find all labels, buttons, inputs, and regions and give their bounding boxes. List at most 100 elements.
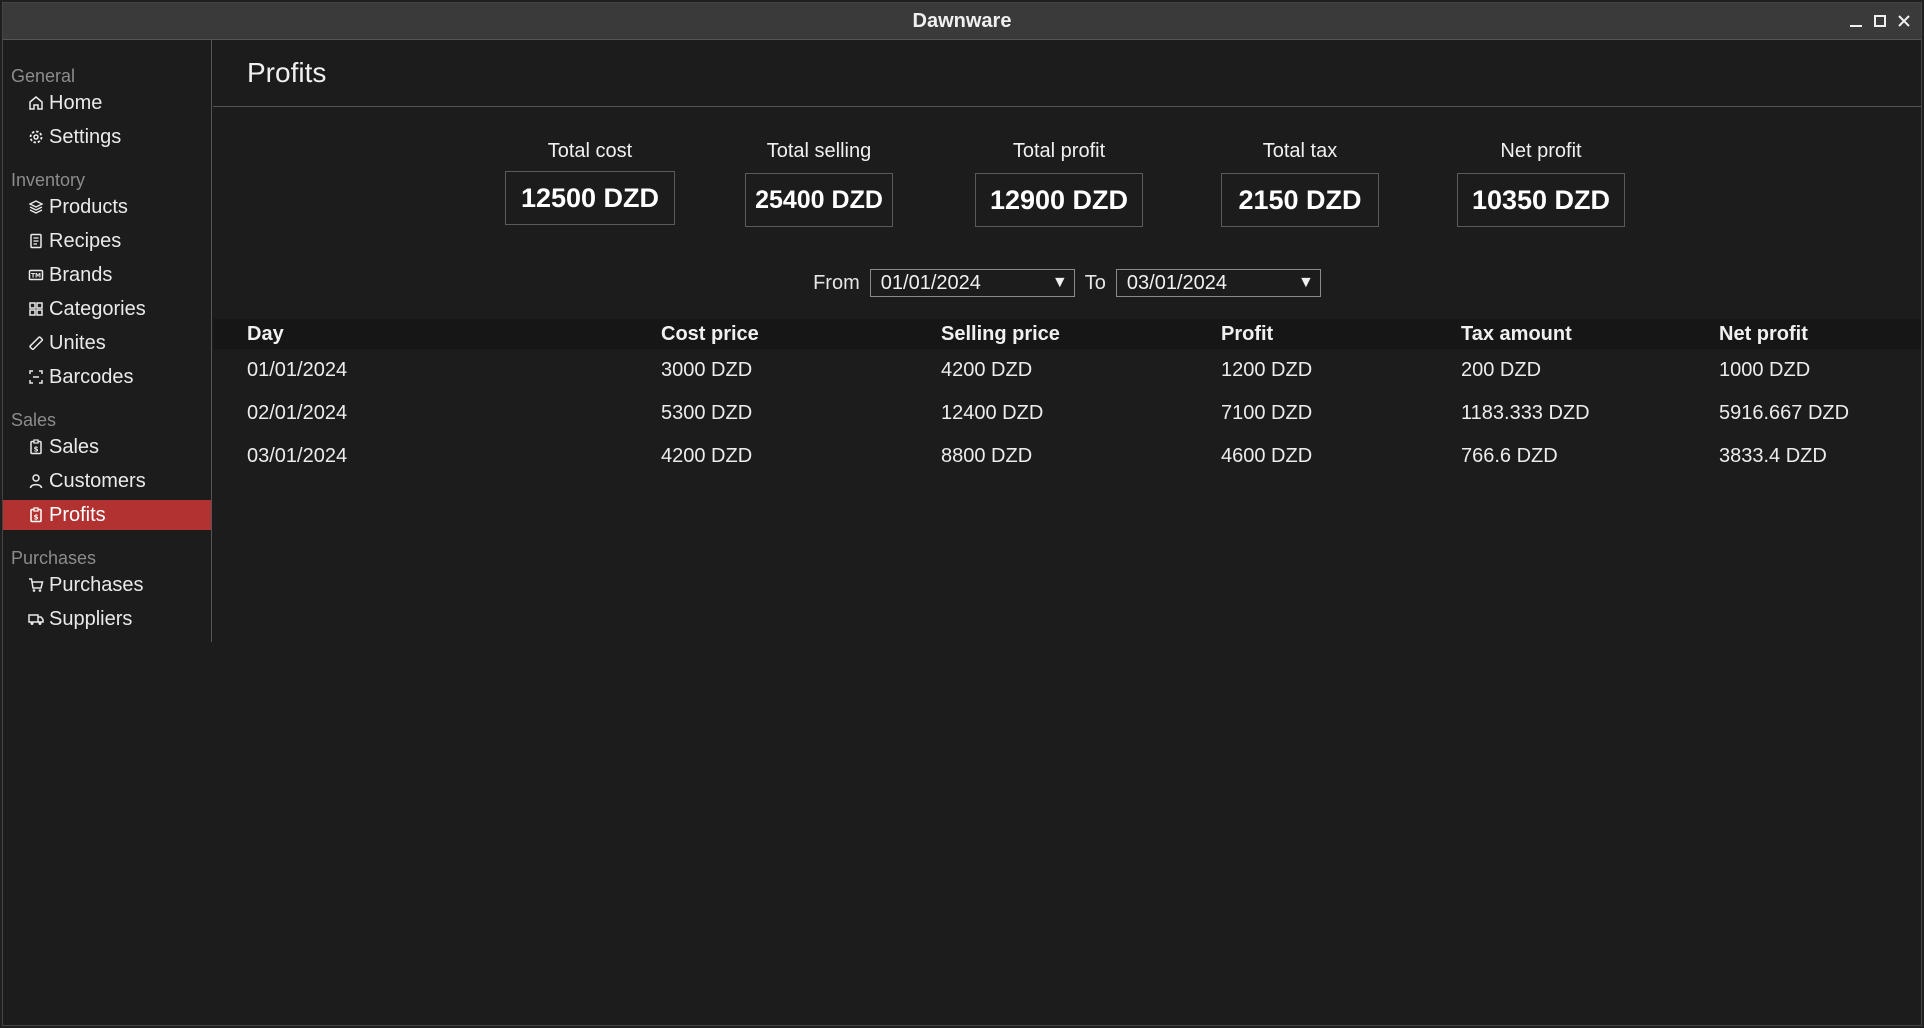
cell-selling-price: 8800 DZD [941,445,1033,467]
stat-total-cost: Total cost 12500 DZD [505,140,675,225]
sidebar-item-label: Brands [49,263,113,286]
clipboard-dollar-icon: $ [27,438,45,456]
maximize-icon[interactable] [1873,14,1887,28]
sidebar-item-label: Suppliers [49,607,133,630]
column-header-net-profit[interactable]: Net profit [1719,323,1879,346]
sidebar-item-label: Profits [49,503,106,526]
stat-value: 10350 DZD [1457,173,1625,227]
close-icon[interactable] [1897,14,1911,28]
svg-text:TM: TM [31,273,41,280]
svg-text:$: $ [34,446,39,454]
truck-icon [27,610,45,628]
sidebar-item-label: Categories [49,297,146,320]
cell-day: 01/01/2024 [247,359,348,381]
sidebar-item-purchases[interactable]: Purchases [3,570,211,600]
cell-cost-price: 5300 DZD [661,402,753,424]
sidebar-item-unites[interactable]: Unites [3,328,211,358]
sidebar-item-label: Unites [49,331,106,354]
barcode-icon [27,368,45,386]
stat-total-selling: Total selling 25400 DZD [745,140,893,227]
column-header-day[interactable]: Day [213,323,661,346]
user-icon [27,472,45,490]
ruler-icon [27,334,45,352]
from-date-select[interactable]: 01/01/2024 ▼ [869,269,1075,297]
chevron-down-icon: ▼ [1051,274,1068,291]
sidebar-item-label: Recipes [49,229,122,252]
sidebar-item-customers[interactable]: Customers [3,466,211,496]
table-header: Day Cost price Selling price Profit Tax … [213,319,1921,349]
table-row[interactable]: 03/01/2024 4200 DZD 8800 DZD 4600 DZD 76… [213,435,1921,478]
cell-net-profit: 1000 DZD [1719,359,1811,381]
cell-cost-price: 4200 DZD [661,445,753,467]
chevron-down-icon: ▼ [1298,274,1314,291]
cell-tax-amount: 766.6 DZD [1461,445,1558,467]
from-date-value: 01/01/2024 [880,271,981,294]
minimize-icon[interactable] [1849,14,1863,28]
cell-profit: 7100 DZD [1221,402,1313,424]
sidebar: General Home Settings Inventory Products [3,40,212,642]
svg-text:$: $ [34,514,39,522]
stat-label: Net profit [1500,140,1582,162]
to-date-value: 03/01/2024 [1126,271,1227,294]
sidebar-item-label: Home [49,91,103,114]
cell-net-profit: 5916.667 DZD [1719,402,1850,424]
section-label-general: General [11,66,76,86]
stat-value: 2150 DZD [1221,173,1379,227]
profits-table: Day Cost price Selling price Profit Tax … [213,319,1921,478]
sidebar-item-sales[interactable]: $ Sales [3,432,211,462]
sidebar-item-barcodes[interactable]: Barcodes [3,362,211,392]
sidebar-item-settings[interactable]: Settings [3,122,211,152]
date-filters: From 01/01/2024 ▼ To 03/01/2024 ▼ [213,268,1921,298]
stat-total-profit: Total profit 12900 DZD [975,140,1143,227]
sidebar-item-recipes[interactable]: Recipes [3,226,211,256]
cell-tax-amount: 1183.333 DZD [1461,402,1590,424]
tag-icon: TM [27,266,45,284]
to-label: To [1084,271,1106,294]
table-row[interactable]: 02/01/2024 5300 DZD 12400 DZD 7100 DZD 1… [213,392,1921,435]
stat-label: Total cost [547,140,633,162]
table-row[interactable]: 01/01/2024 3000 DZD 4200 DZD 1200 DZD 20… [213,349,1921,392]
cell-cost-price: 3000 DZD [661,359,753,381]
page-title: Profits [247,57,327,88]
sidebar-item-categories[interactable]: Categories [3,294,211,324]
sidebar-item-label: Settings [49,125,122,148]
stat-net-profit: Net profit 10350 DZD [1457,140,1625,227]
cart-icon [27,576,45,594]
title-bar[interactable]: Dawnware [3,3,1921,40]
sidebar-item-profits[interactable]: $ Profits [3,500,211,530]
sidebar-item-brands[interactable]: TM Brands [3,260,211,290]
receipt-icon [27,232,45,250]
stat-label: Total profit [1012,140,1106,162]
cell-tax-amount: 200 DZD [1461,359,1542,381]
sidebar-item-home[interactable]: Home [3,88,211,118]
layers-icon [27,198,45,216]
sidebar-item-label: Purchases [49,573,144,596]
sidebar-item-products[interactable]: Products [3,192,211,222]
stat-label: Total tax [1262,140,1338,162]
stat-label: Total selling [766,140,872,162]
sidebar-item-suppliers[interactable]: Suppliers [3,604,211,634]
home-icon [27,94,45,112]
cell-selling-price: 12400 DZD [941,402,1044,424]
app-window: Dawnware General Home Settings Inventory… [2,2,1922,1026]
column-header-selling-price[interactable]: Selling price [941,323,1221,346]
cell-day: 02/01/2024 [247,402,348,424]
section-label-sales: Sales [11,410,57,430]
window-controls [1849,3,1911,39]
grid-icon [27,300,45,318]
gear-icon [27,128,45,146]
sidebar-item-label: Sales [49,435,100,458]
window-title: Dawnware [912,9,1012,32]
column-header-cost-price[interactable]: Cost price [661,323,941,346]
cell-profit: 4600 DZD [1221,445,1313,467]
stat-value: 12900 DZD [975,173,1143,227]
column-header-tax-amount[interactable]: Tax amount [1461,323,1719,346]
sidebar-item-label: Customers [49,469,146,492]
clipboard-dollar-icon: $ [27,506,45,524]
sidebar-item-label: Products [49,195,128,218]
cell-profit: 1200 DZD [1221,359,1313,381]
to-date-select[interactable]: 03/01/2024 ▼ [1115,269,1321,297]
cell-net-profit: 3833.4 DZD [1719,445,1827,467]
column-header-profit[interactable]: Profit [1221,323,1461,346]
cell-selling-price: 4200 DZD [941,359,1033,381]
